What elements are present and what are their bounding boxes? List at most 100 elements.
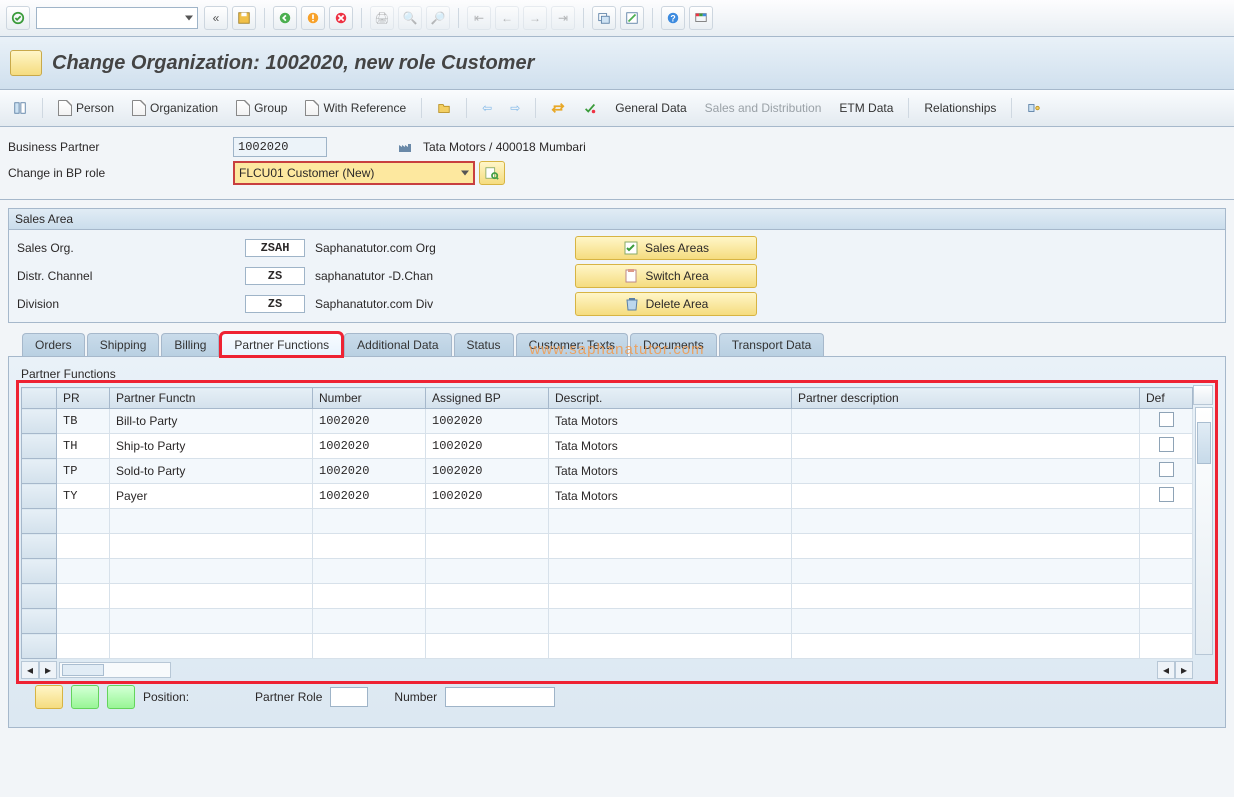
command-field[interactable] [36,7,198,29]
new-session-icon[interactable] [592,6,616,30]
cell-assigned-bp[interactable] [426,584,549,609]
first-page-icon[interactable]: ⇤ [467,6,491,30]
cell-partner-functn[interactable] [110,584,313,609]
cell-partner-description[interactable] [792,559,1140,584]
find-icon[interactable]: 🔍 [398,6,422,30]
table-row[interactable] [22,584,1193,609]
cell-partner-description[interactable] [792,459,1140,484]
number-input[interactable] [445,687,555,707]
division-code[interactable]: ZS [245,295,305,313]
cell-partner-functn[interactable] [110,559,313,584]
history-back-icon[interactable]: « [204,6,228,30]
cell-partner-description[interactable] [792,509,1140,534]
cell-pr[interactable] [57,609,110,634]
row-selector[interactable] [22,459,57,484]
cancel-icon[interactable] [329,6,353,30]
table-row[interactable] [22,634,1193,659]
cell-def[interactable] [1140,559,1193,584]
cell-descript[interactable] [549,584,792,609]
prev-page-icon[interactable]: ← [495,6,519,30]
cell-partner-description[interactable] [792,534,1140,559]
checkbox[interactable] [1159,487,1174,502]
sales-areas-button[interactable]: Sales Areas [575,236,757,260]
table-row[interactable]: TPSold-to Party10020201002020Tata Motors [22,459,1193,484]
bp-role-combo[interactable]: FLCU01 Customer (New) [233,161,475,185]
prev-icon[interactable]: ⇦ [475,96,499,120]
cell-descript[interactable]: Tata Motors [549,459,792,484]
cell-assigned-bp[interactable]: 1002020 [426,459,549,484]
exit-icon[interactable] [301,6,325,30]
cell-descript[interactable] [549,509,792,534]
cell-assigned-bp[interactable]: 1002020 [426,409,549,434]
row-selector[interactable] [22,634,57,659]
row-selector[interactable] [22,609,57,634]
cell-partner-description[interactable] [792,434,1140,459]
cell-def[interactable] [1140,459,1193,484]
tab-documents[interactable]: Documents [630,333,717,356]
tab-billing[interactable]: Billing [161,333,219,356]
cell-number[interactable] [313,634,426,659]
sales-org-code[interactable]: ZSAH [245,239,305,257]
cell-number[interactable]: 1002020 [313,459,426,484]
cell-partner-description[interactable] [792,484,1140,509]
cell-partner-functn[interactable] [110,534,313,559]
cell-descript[interactable]: Tata Motors [549,409,792,434]
cell-descript[interactable] [549,559,792,584]
cell-pr[interactable] [57,509,110,534]
cell-number[interactable] [313,534,426,559]
table-row[interactable] [22,509,1193,534]
table-row[interactable] [22,534,1193,559]
locator-icon[interactable] [6,96,34,120]
delete-row-button[interactable] [71,685,99,709]
cell-assigned-bp[interactable] [426,559,549,584]
next-icon[interactable]: ⇨ [503,96,527,120]
etm-data-button[interactable]: ETM Data [832,96,900,120]
vertical-scrollbar[interactable] [1195,407,1213,655]
cell-pr[interactable]: TB [57,409,110,434]
switch-mode-icon[interactable] [10,50,42,76]
cell-partner-functn[interactable]: Payer [110,484,313,509]
col-descript[interactable]: Descript. [549,388,792,409]
back-icon[interactable] [273,6,297,30]
cell-def[interactable] [1140,534,1193,559]
row-selector[interactable] [22,534,57,559]
row-selector[interactable] [22,584,57,609]
cell-pr[interactable]: TP [57,459,110,484]
cell-number[interactable] [313,559,426,584]
partner-role-input[interactable] [330,687,368,707]
where-used-icon[interactable] [1020,96,1048,120]
cell-descript[interactable] [549,634,792,659]
checkbox[interactable] [1159,412,1174,427]
cell-pr[interactable]: TY [57,484,110,509]
cell-def[interactable] [1140,634,1193,659]
checkbox[interactable] [1159,462,1174,477]
tab-transport-data[interactable]: Transport Data [719,333,825,356]
row-selector[interactable] [22,484,57,509]
copy-row-button[interactable] [107,685,135,709]
with-reference-button[interactable]: With Reference [298,96,413,120]
row-selector[interactable] [22,559,57,584]
relationships-button[interactable]: Relationships [917,96,1003,120]
row-selector[interactable] [22,509,57,534]
cell-assigned-bp[interactable]: 1002020 [426,434,549,459]
group-button[interactable]: Group [229,96,294,120]
person-button[interactable]: Person [51,96,121,120]
cell-partner-description[interactable] [792,409,1140,434]
cell-descript[interactable] [549,534,792,559]
print-icon[interactable]: 🖨 [370,6,394,30]
cell-descript[interactable]: Tata Motors [549,484,792,509]
cell-number[interactable] [313,609,426,634]
cell-assigned-bp[interactable] [426,509,549,534]
tab-status[interactable]: Status [454,333,514,356]
organization-button[interactable]: Organization [125,96,225,120]
cell-number[interactable] [313,584,426,609]
tab-additional-data[interactable]: Additional Data [344,333,451,356]
cell-assigned-bp[interactable] [426,609,549,634]
tab-customer-texts[interactable]: Customer: Texts [516,333,628,356]
cell-number[interactable]: 1002020 [313,434,426,459]
find-next-icon[interactable]: 🔎 [426,6,450,30]
cell-assigned-bp[interactable] [426,534,549,559]
cell-number[interactable] [313,509,426,534]
scroll-right-end-icon[interactable]: ▸ [1175,661,1193,679]
scroll-right-icon[interactable]: ▸ [39,661,57,679]
